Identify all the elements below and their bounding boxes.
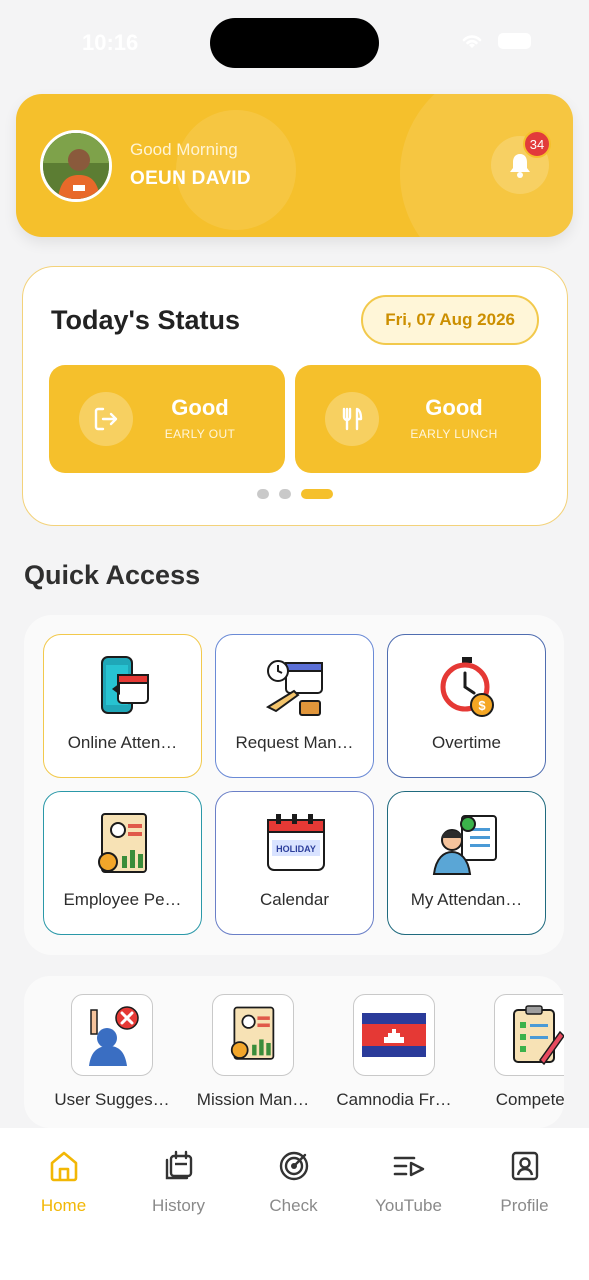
tile-overtime[interactable]: $ Overtime [387, 634, 546, 778]
nav-label: YouTube [375, 1196, 442, 1215]
user-suggestion-icon [71, 994, 153, 1076]
stat-card-early-lunch[interactable]: Good EARLY LUNCH [295, 365, 541, 473]
attendance-checklist-icon [432, 815, 497, 875]
logout-icon [79, 392, 133, 446]
target-check-icon [279, 1151, 308, 1181]
wifi-icon [462, 35, 482, 48]
stat-label: EARLY LUNCH [410, 427, 498, 441]
nav-label: Check [269, 1196, 318, 1215]
app-label: Camnodia Fr… [336, 1090, 452, 1109]
tile-label: Calendar [260, 890, 329, 909]
nav-label: Home [40, 1196, 87, 1215]
dynamic-island [210, 18, 379, 68]
stopwatch-dollar-icon: $ [440, 657, 494, 717]
mission-report-icon [212, 994, 294, 1076]
profile-icon [511, 1151, 538, 1181]
notification-button[interactable]: 34 [491, 130, 551, 194]
phone-calendar-icon [101, 656, 149, 714]
nav-history[interactable]: History [121, 1150, 236, 1216]
greeting-card: Good Morning OEUN DAVID 34 [16, 94, 573, 237]
bottom-nav: Home History Check YouTube Profile [0, 1128, 589, 1280]
tile-calendar[interactable]: HOLIDAY Calendar [215, 791, 374, 935]
home-icon [50, 1151, 77, 1182]
tile-request-management[interactable]: Request Man… [215, 634, 374, 778]
svg-text:$: $ [478, 698, 486, 713]
fork-knife-icon [325, 392, 379, 446]
date-pill[interactable]: Fri, 07 Aug 2026 [361, 295, 539, 345]
tile-online-attendance[interactable]: Online Atten… [43, 634, 202, 778]
pager-dots [257, 489, 333, 499]
app-competency[interactable]: Competen [465, 994, 564, 1110]
today-status-card: Today's Status Fri, 07 Aug 2026 Good EAR… [22, 266, 568, 526]
battery-icon [498, 33, 531, 49]
tile-label: Online Atten… [67, 733, 178, 752]
app-mission-management[interactable]: Mission Man… [183, 994, 323, 1110]
avatar[interactable] [40, 130, 112, 202]
status-bar: 10:16 [0, 0, 589, 86]
performance-report-icon [98, 813, 147, 873]
clipboard-checklist-icon [494, 994, 564, 1076]
holiday-calendar-icon: HOLIDAY [267, 814, 325, 871]
stat-value: Good [171, 395, 229, 420]
user-name: OEUN DAVID [130, 168, 251, 189]
avatar-photo [43, 133, 109, 199]
notification-badge: 34 [523, 130, 551, 158]
app-cambodia[interactable]: Camnodia Fr… [324, 994, 464, 1110]
app-user-suggestion[interactable]: User Sugges… [42, 994, 182, 1110]
status-time: 10:16 [82, 30, 139, 55]
svg-text:HOLIDAY: HOLIDAY [276, 844, 316, 854]
app-label: Competen [495, 1090, 564, 1109]
nav-home[interactable]: Home [6, 1150, 121, 1216]
nav-label: History [152, 1196, 205, 1215]
bell-icon [510, 154, 530, 178]
travel-calendar-icon [265, 660, 323, 716]
tile-my-attendance[interactable]: My Attendan… [387, 791, 546, 935]
nav-check[interactable]: Check [236, 1150, 351, 1216]
app-label: Mission Man… [196, 1090, 310, 1109]
cambodia-flag-icon [353, 994, 435, 1076]
greeting-text: Good Morning [130, 140, 238, 159]
nav-label: Profile [500, 1196, 549, 1215]
pager-dot[interactable] [279, 489, 291, 499]
nav-profile[interactable]: Profile [467, 1150, 582, 1216]
tile-label: Overtime [432, 733, 501, 752]
stat-card-early-out[interactable]: Good EARLY OUT [49, 365, 285, 473]
playlist-play-icon [393, 1156, 424, 1177]
section-title-quick-access: Quick Access [24, 560, 201, 590]
tile-label: Employee Pe… [63, 890, 182, 909]
more-apps-strip: User Sugges… Mission Man… Camnodia Fr… C… [24, 976, 564, 1128]
pager-dot-active[interactable] [301, 489, 333, 499]
tile-label: Request Man… [235, 733, 354, 752]
stat-value: Good [425, 395, 483, 420]
app-label: User Sugges… [54, 1090, 170, 1109]
status-icons [460, 32, 531, 50]
status-title: Today's Status [51, 305, 240, 335]
tile-employee-performance[interactable]: Employee Pe… [43, 791, 202, 935]
tile-label: My Attendan… [410, 890, 523, 909]
history-icon [165, 1150, 192, 1180]
pager-dot[interactable] [257, 489, 269, 499]
quick-access-grid: Online Atten… Request Man… $ Overtime Em… [24, 615, 564, 955]
stat-label: EARLY OUT [164, 427, 236, 441]
nav-youtube[interactable]: YouTube [351, 1150, 466, 1216]
